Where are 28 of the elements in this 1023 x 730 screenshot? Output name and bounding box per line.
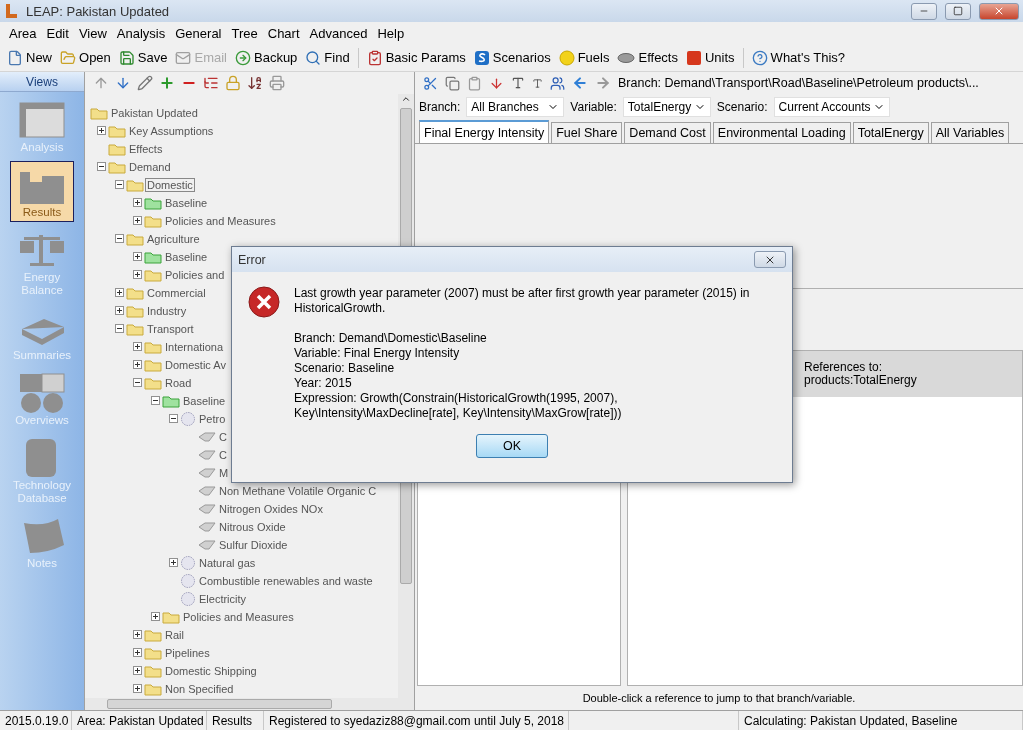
status-cell: 2015.0.19.0 [0,711,72,730]
status-cell: Calculating: Pakistan Updated, Baseline [739,711,1023,730]
error-detail: Year: 2015 [294,376,353,391]
sidebar-label: Overviews [15,414,69,427]
status-cell: Registered to syedaziz88@gmail.com until July 5, 2018 [264,711,569,730]
sidebar-label: Energy Balance [20,271,64,297]
sidebar-label: Results [22,206,62,219]
error-detail: Scenario: Baseline [294,361,396,376]
sidebar-label: Notes [26,557,57,570]
filter-label: Scenario: [716,100,768,114]
window-title: LEAP: Pakistan Updated [26,3,171,19]
status-cell: Area: Pakistan Updated [72,711,207,730]
references-heading: References to: [804,361,884,374]
hint-text: Double-click a reference to jump to that branch/variable. [581,691,857,706]
dialog-title: Error [238,252,266,267]
filter-label: Branch: [419,100,461,114]
branch-path: Branch: Demand\Transport\Road\Baseline\Petroleum products\... [618,76,979,90]
error-detail: Expression: Growth(Constrain(HistoricalGrowth(1995, 2007), Key\Intensity\MaxDecline[rate], Key\Intensity\MaxGrow[rate])) [294,391,623,421]
sidebar-label: Analysis [20,141,64,154]
filter-label: Variable: [570,100,617,114]
sidebar-label: Technology Database [11,479,73,505]
status-cell: Results [207,711,264,730]
references-heading: products:TotalEnergy [804,374,918,387]
views-header: Views [0,72,84,92]
error-detail: Variable: Final Energy Intensity [294,346,461,361]
error-message: Last growth year parameter (2007) must be after first growth year parameter (2015) in HistoricalGrowth. [294,286,751,316]
error-detail: Branch: Demand\Domestic\Baseline [294,331,488,346]
sidebar-label: Summaries [12,349,72,362]
